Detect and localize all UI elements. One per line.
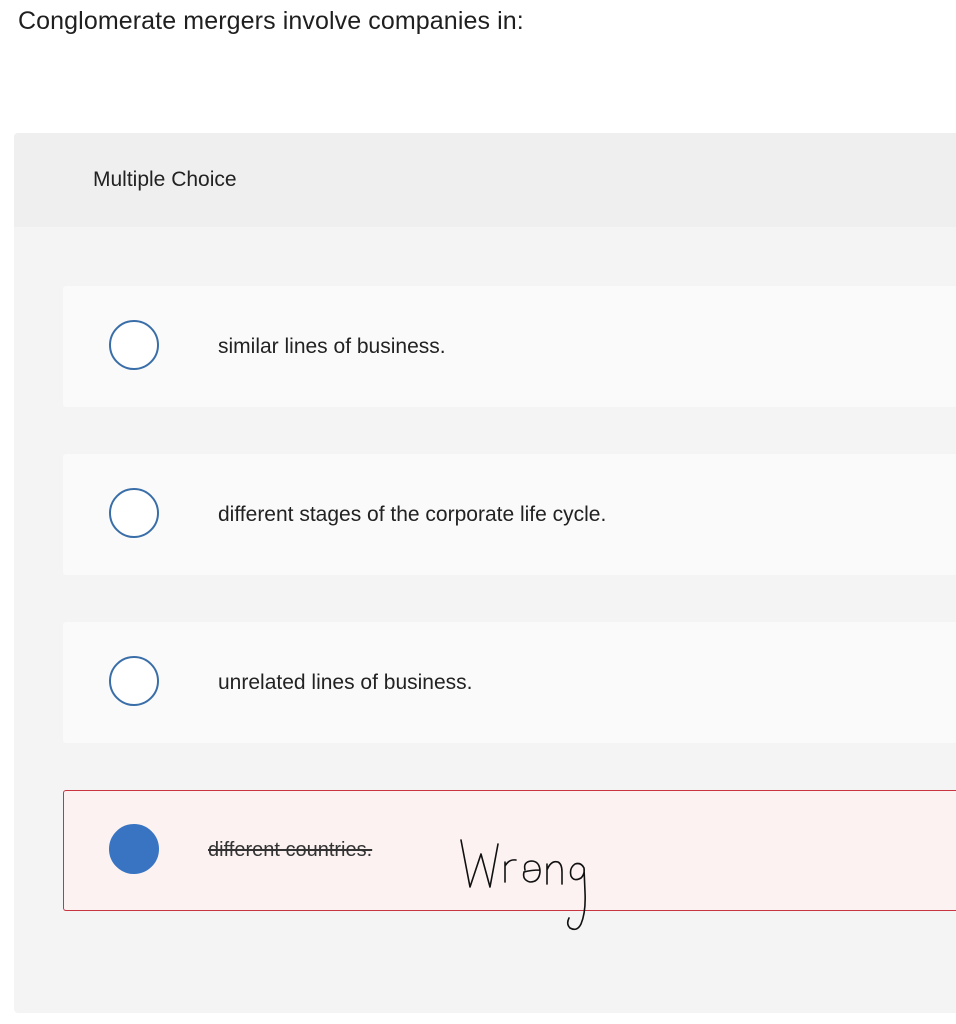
radio-button-selected[interactable] (109, 824, 159, 874)
question-text: Conglomerate mergers involve companies i… (18, 7, 524, 35)
answer-option-3[interactable]: unrelated lines of business. (63, 622, 956, 743)
answer-option-label-struck: different countries. (208, 839, 373, 861)
radio-button-unselected[interactable] (109, 488, 159, 538)
handwritten-wrong-annotation (460, 839, 586, 931)
question-type-label: Multiple Choice (93, 168, 237, 191)
answer-option-1[interactable]: similar lines of business. (63, 286, 956, 407)
answer-option-2[interactable]: different stages of the corporate life c… (63, 454, 956, 575)
answer-option-label: unrelated lines of business. (218, 671, 473, 694)
panel-header: Multiple Choice (14, 133, 956, 227)
answer-option-label: different stages of the corporate life c… (218, 503, 607, 526)
radio-button-unselected[interactable] (109, 656, 159, 706)
radio-button-unselected[interactable] (109, 320, 159, 370)
answer-option-label: similar lines of business. (218, 335, 446, 358)
